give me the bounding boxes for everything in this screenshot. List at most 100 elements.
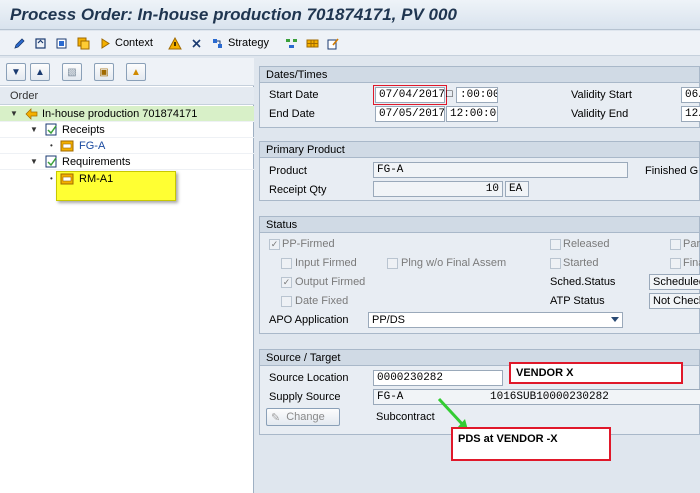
- date-fixed-checkbox[interactable]: [281, 296, 292, 307]
- released-label: Released: [563, 238, 610, 250]
- change-button-label: Change: [286, 411, 325, 423]
- pencil-icon[interactable]: [12, 36, 26, 50]
- date-fixed-label: Date Fixed: [295, 295, 349, 307]
- vendor-callout: VENDOR X: [509, 362, 683, 384]
- primary-product-group: Primary Product Product FG-A Finished G …: [259, 141, 700, 201]
- apo-application-select[interactable]: PP/DS: [368, 312, 623, 328]
- start-date-focus-frame: [373, 85, 447, 105]
- display-icon[interactable]: [54, 36, 68, 50]
- pp-firmed-checkbox[interactable]: ✓: [269, 239, 280, 250]
- supply-source-product: FG-A: [377, 391, 404, 403]
- copy-icon[interactable]: [76, 36, 90, 50]
- tree-node-rm-a1[interactable]: • RM-A1: [0, 171, 254, 187]
- tree-node-requirements[interactable]: ▼ Requirements: [0, 154, 254, 170]
- tree-toolbar: ▼ ▲ ▧ ▣ ▲: [0, 58, 254, 86]
- title-bar: Process Order: In-house production 70187…: [0, 0, 700, 30]
- end-time-field[interactable]: 12:00:00: [446, 106, 498, 122]
- tree-label-receipts: Receipts: [62, 124, 105, 136]
- dates-times-group: Dates/Times Start Date 07/04/2017 □ :00:…: [259, 66, 700, 128]
- subcontract-text: Subcontract: [376, 411, 435, 423]
- supply-source-field[interactable]: FG-A 1016SUB10000230282: [373, 389, 700, 405]
- atp-status-field[interactable]: Not Check: [649, 293, 700, 309]
- part-checkbox[interactable]: [670, 239, 681, 250]
- calendar-icon[interactable]: □: [446, 88, 453, 100]
- pencil-icon: ✎: [271, 411, 281, 424]
- order-icon: [24, 107, 38, 120]
- delete-button[interactable]: ▧: [62, 63, 82, 81]
- caret-down-icon[interactable]: ▼: [10, 109, 18, 118]
- validity-end-label: Validity End: [571, 108, 629, 120]
- tree-node-fg-a[interactable]: • FG-A: [0, 138, 254, 154]
- trash-icon: ▧: [67, 66, 77, 78]
- output-firmed-checkbox[interactable]: ✓: [281, 277, 292, 288]
- supply-source-id: 1016SUB10000230282: [490, 391, 609, 403]
- output-firmed-label: Output Firmed: [295, 276, 366, 288]
- dates-times-header: Dates/Times: [260, 67, 699, 83]
- product-field[interactable]: FG-A: [373, 162, 628, 178]
- strategy-icon[interactable]: [210, 36, 224, 50]
- tree-column-header: Order: [0, 87, 254, 105]
- source-location-field[interactable]: 0000230282: [373, 370, 503, 386]
- refresh-icon[interactable]: [33, 36, 47, 50]
- pds-callout-text: PDS at VENDOR -X: [458, 433, 558, 445]
- copy-node-icon: ▣: [99, 66, 109, 78]
- start-date-label: Start Date: [269, 89, 319, 101]
- start-time-field[interactable]: :00:00: [456, 87, 498, 103]
- edit-icon[interactable]: [326, 36, 340, 50]
- receipt-qty-field[interactable]: 10: [373, 181, 503, 197]
- part-label: Part: [683, 238, 700, 250]
- sched-status-field[interactable]: Scheduled: [649, 274, 700, 290]
- network-icon[interactable]: [284, 36, 298, 50]
- final-checkbox[interactable]: [670, 258, 681, 269]
- input-firmed-label: Input Firmed: [295, 257, 357, 269]
- alert-icon[interactable]: [168, 36, 182, 50]
- detail-pane: Dates/Times Start Date 07/04/2017 □ :00:…: [256, 58, 700, 493]
- plng-final-assem-checkbox[interactable]: [387, 258, 398, 269]
- bullet-icon: •: [50, 141, 53, 150]
- tree-node-order[interactable]: ▼ In-house production 701874171: [0, 106, 254, 122]
- tree-label-order: In-house production 701874171: [42, 108, 198, 120]
- uom-field[interactable]: EA: [505, 181, 529, 197]
- atp-status-label: ATP Status: [550, 295, 605, 307]
- finished-goods-label: Finished G: [645, 165, 699, 177]
- product-label: Product: [269, 165, 307, 177]
- application-toolbar: Context Strategy: [0, 31, 700, 56]
- dropdown-arrow-icon[interactable]: [611, 317, 619, 322]
- context-icon[interactable]: [98, 36, 112, 50]
- warning-icon: ▲: [131, 66, 141, 78]
- validity-end-field[interactable]: 12/: [681, 106, 700, 122]
- end-date-label: End Date: [269, 108, 315, 120]
- validity-start-field[interactable]: 06/: [681, 87, 700, 103]
- context-button[interactable]: Context: [115, 37, 153, 49]
- started-checkbox[interactable]: [550, 258, 561, 269]
- apo-application-label: APO Application: [269, 314, 349, 326]
- grid-icon[interactable]: [305, 36, 319, 50]
- tree-node-receipts[interactable]: ▼ Receipts: [0, 122, 254, 138]
- final-label: Fina: [683, 257, 700, 269]
- warning-button[interactable]: ▲: [126, 63, 146, 81]
- pp-firmed-label: PP-Firmed: [282, 238, 335, 250]
- product-icon: [60, 139, 74, 152]
- tree-label-fg-a: FG-A: [79, 140, 106, 152]
- plng-final-assem-label: Plng w/o Final Assem: [401, 257, 507, 269]
- cross-icon[interactable]: [189, 36, 203, 50]
- copy-node-button[interactable]: ▣: [94, 63, 114, 81]
- source-location-label: Source Location: [269, 372, 349, 384]
- order-tree-pane: ▼ ▲ ▧ ▣ ▲ Order ▼ In-house production 70…: [0, 58, 254, 493]
- expand-all-button[interactable]: ▼: [6, 63, 26, 81]
- status-header: Status: [260, 217, 699, 233]
- receipt-qty-label: Receipt Qty: [269, 184, 327, 196]
- sched-status-label: Sched.Status: [550, 276, 616, 288]
- caret-down-icon[interactable]: ▼: [30, 125, 38, 134]
- bullet-icon: •: [50, 174, 53, 183]
- released-checkbox[interactable]: [550, 239, 561, 250]
- caret-down-icon[interactable]: ▼: [30, 157, 38, 166]
- supply-source-label: Supply Source: [269, 391, 341, 403]
- end-date-field[interactable]: 07/05/2017: [375, 106, 445, 122]
- collapse-all-button[interactable]: ▲: [30, 63, 50, 81]
- receipts-icon: [44, 123, 58, 136]
- input-firmed-checkbox[interactable]: [281, 258, 292, 269]
- change-button[interactable]: ✎ Change: [266, 408, 340, 426]
- tree-label-rm-a1: RM-A1: [79, 173, 114, 185]
- strategy-button[interactable]: Strategy: [228, 37, 269, 49]
